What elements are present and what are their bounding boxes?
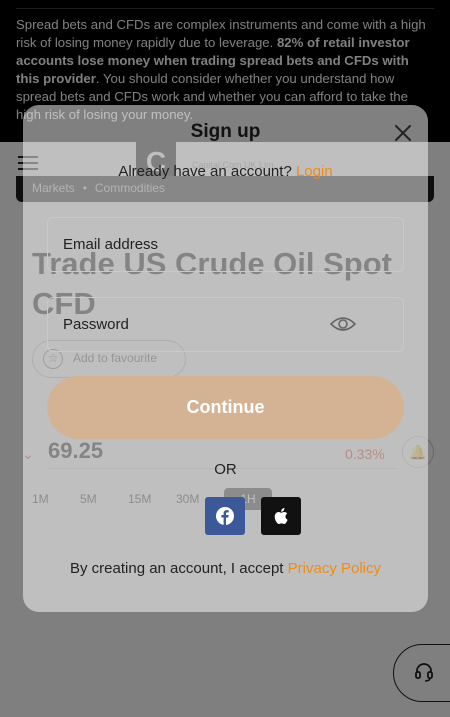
privacy-policy-link[interactable]: Privacy Policy <box>288 560 381 577</box>
password-field[interactable] <box>47 297 404 352</box>
have-account-text: Already have an account? <box>118 163 292 180</box>
apple-login-button[interactable] <box>261 497 301 535</box>
login-prompt: Already have an account? Login <box>23 163 428 180</box>
terms-text: By creating an account, I accept Privacy… <box>23 560 428 577</box>
email-field[interactable] <box>47 217 404 272</box>
password-input[interactable] <box>48 298 308 351</box>
facebook-icon <box>216 507 234 525</box>
apple-icon <box>274 508 288 524</box>
eye-icon[interactable] <box>330 314 356 334</box>
or-divider: OR <box>214 461 237 478</box>
facebook-login-button[interactable] <box>205 497 245 535</box>
modal-title: Sign up <box>190 121 261 142</box>
continue-button[interactable]: Continue <box>47 376 404 439</box>
signup-modal: Sign up Already have an account? Login C… <box>23 105 428 612</box>
close-icon[interactable] <box>393 123 413 143</box>
login-link[interactable]: Login <box>296 163 333 180</box>
email-input[interactable] <box>48 218 308 271</box>
terms-label: By creating an account, I accept <box>70 560 284 577</box>
